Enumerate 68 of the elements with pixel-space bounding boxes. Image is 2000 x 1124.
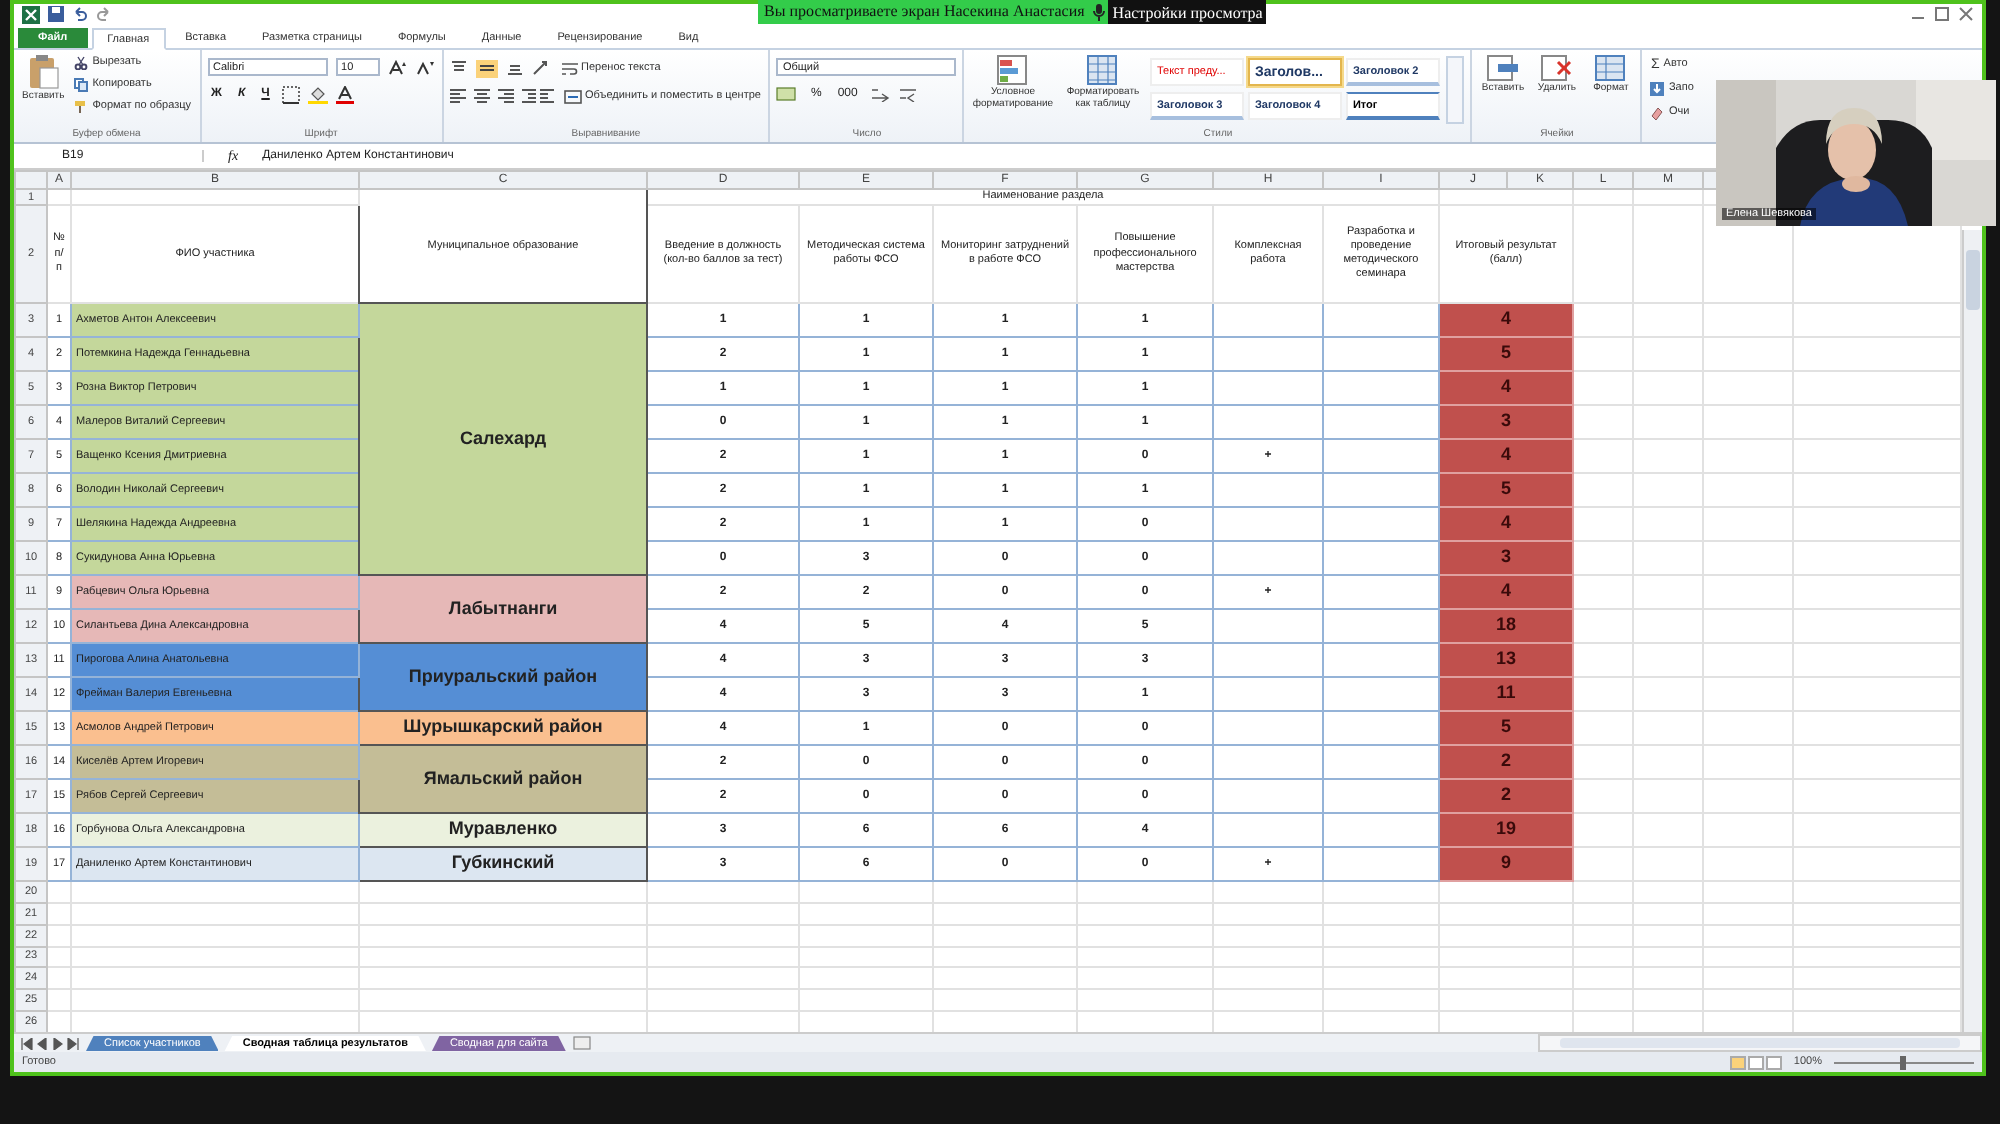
view-settings-button[interactable]: Настройки просмотра	[1108, 0, 1267, 24]
table-cell: Ямальский район	[359, 745, 647, 814]
table-cell: 4	[1439, 371, 1573, 406]
table-cell: 4	[1439, 575, 1573, 610]
align-left-icon	[449, 88, 466, 104]
save-icon[interactable]	[48, 6, 64, 22]
table-cell: Салехард	[359, 303, 647, 576]
table-cell: 9	[1439, 847, 1573, 882]
align-center-icon	[473, 88, 490, 104]
excel-icon[interactable]	[22, 5, 40, 23]
zoom-slider-thumb[interactable]	[1900, 1055, 1906, 1069]
grow-font-icon	[387, 59, 408, 75]
insert-rows-icon	[1486, 54, 1519, 82]
table-cell: 2	[1439, 779, 1573, 814]
table-cell: 5	[1439, 473, 1573, 508]
copy-icon	[74, 77, 89, 91]
text-orientation-icon	[531, 60, 552, 76]
merge-icon	[563, 89, 582, 103]
table-cell: 3	[1439, 541, 1573, 576]
brush-icon	[74, 99, 89, 113]
align-bottom-icon	[505, 60, 524, 76]
table-cell: 5	[1439, 711, 1573, 746]
align-top-icon	[449, 60, 468, 76]
microphone-icon[interactable]	[1090, 0, 1109, 24]
table-cell: 2	[1439, 745, 1573, 780]
sheet-nav-icon[interactable]	[20, 1037, 80, 1049]
scissors-icon	[74, 55, 89, 69]
wrap-icon	[561, 61, 578, 75]
table-cell: Шурышкарский район	[359, 711, 647, 746]
table-cell: 4	[1439, 439, 1573, 474]
table-cell: Губкинский	[359, 847, 647, 882]
table-cell: 4	[1439, 507, 1573, 542]
conditional-format-icon	[996, 54, 1029, 86]
align-middle-icon	[475, 59, 498, 77]
align-right-icon	[497, 88, 514, 104]
eraser-icon	[1650, 105, 1665, 119]
horizontal-scrollbar[interactable]	[1537, 1034, 1982, 1052]
fill-down-icon	[1650, 81, 1665, 95]
table-cell: 13	[1439, 643, 1573, 678]
table-cell: 4	[1439, 303, 1573, 338]
table-cell: Лабытнанги	[359, 575, 647, 644]
redo-icon[interactable]	[96, 6, 112, 22]
close-icon[interactable]	[1958, 6, 1974, 22]
fill-color-icon	[307, 85, 328, 103]
table-icon	[1086, 54, 1119, 86]
maximize-icon[interactable]	[1934, 6, 1950, 22]
table-cell: 11	[1439, 677, 1573, 712]
clipboard-icon	[27, 54, 60, 90]
table-cell: 3	[1439, 405, 1573, 440]
page-view-icon[interactable]	[1729, 1055, 1782, 1069]
table-cell: 18	[1439, 609, 1573, 644]
indent-icon	[521, 88, 554, 104]
table-cell: 19	[1439, 813, 1573, 848]
screen-share-banner: Вы просматриваете экран Насекина Анастасия	[758, 0, 1091, 24]
shrink-font-icon	[415, 59, 436, 75]
font-color-icon	[335, 85, 354, 103]
format-cells-icon	[1594, 54, 1627, 82]
currency-icon	[776, 86, 799, 102]
increase-decimal-icon	[869, 86, 890, 102]
table-cell: Муравленко	[359, 813, 647, 848]
gallery-scrollbar[interactable]	[1446, 56, 1465, 124]
undo-icon[interactable]	[72, 6, 88, 22]
delete-rows-icon	[1540, 54, 1573, 82]
table-cell: 5	[1439, 337, 1573, 372]
table-cell: Приуральский район	[359, 643, 647, 712]
borders-icon	[281, 85, 300, 103]
vertical-scrollbar[interactable]	[1962, 230, 1982, 1032]
decrease-decimal-icon	[897, 86, 918, 102]
